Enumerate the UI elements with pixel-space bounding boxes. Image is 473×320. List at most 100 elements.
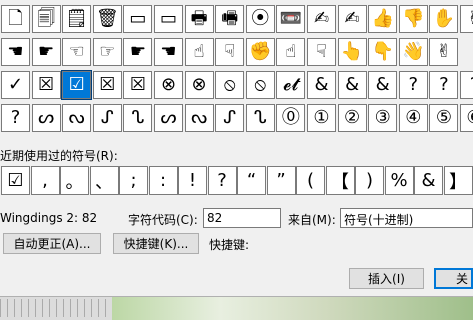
symbol-cell[interactable]: ᔑ xyxy=(215,104,245,132)
recent-symbol-cell[interactable]: ) xyxy=(355,166,384,195)
symbol-cell[interactable]: 👇 xyxy=(368,38,398,66)
symbol-cell[interactable]: ⦸ xyxy=(245,71,275,99)
recent-symbol-cell[interactable]: 】 xyxy=(443,166,473,195)
symbol-cell[interactable]: ⑥ xyxy=(460,104,473,132)
recent-symbol-cell[interactable]: ( xyxy=(296,166,325,195)
symbol-cell[interactable]: ☛ xyxy=(123,38,153,66)
symbol-cell[interactable]: ☝ xyxy=(276,38,306,66)
symbol-glyph: ☒ xyxy=(129,74,146,95)
symbol-cell[interactable]: ☝ xyxy=(184,38,214,66)
symbol-glyph: 𝓮𝓽 xyxy=(283,74,299,95)
symbol-cell[interactable]: ᔓ xyxy=(184,104,214,132)
symbol-cell[interactable]: ✌ xyxy=(460,5,473,33)
char-code-input[interactable]: 82 xyxy=(203,208,281,228)
symbol-cell[interactable]: 📼 xyxy=(276,5,306,33)
symbol-cell[interactable]: ☟ xyxy=(307,38,336,66)
symbol-cell[interactable]: ✋ xyxy=(429,5,459,33)
symbol-cell[interactable]: ᔐ xyxy=(245,104,275,132)
symbol-cell[interactable]: 👆 xyxy=(337,38,367,66)
symbol-cell[interactable]: ☛ xyxy=(31,38,61,66)
symbol-cell[interactable]: ? xyxy=(460,71,473,99)
recent-symbol-cell[interactable]: 。 xyxy=(60,166,89,195)
shortcut-key-button[interactable]: 快捷键(K)... xyxy=(113,233,199,254)
font-name-label: Wingdings 2: 82 xyxy=(0,211,98,225)
symbol-cell[interactable]: 👎 xyxy=(398,5,428,33)
symbol-cell[interactable]: ᔕ xyxy=(31,104,61,132)
symbol-cell[interactable]: ① xyxy=(307,104,336,132)
symbol-cell[interactable]: ☒ xyxy=(123,71,153,99)
symbol-cell[interactable]: ☑ xyxy=(61,70,93,100)
symbol-cell[interactable]: ᔑ xyxy=(92,104,122,132)
symbol-cell[interactable]: ⦸ xyxy=(215,71,245,99)
symbol-cell[interactable]: ⦿ xyxy=(245,5,275,33)
recent-symbol-cell[interactable]: ” xyxy=(266,166,296,195)
recent-symbol-cell[interactable]: 【 xyxy=(325,166,355,195)
symbol-cell[interactable]: ⓪ xyxy=(276,104,306,132)
symbol-cell[interactable]: ⑤ xyxy=(429,104,459,132)
recent-symbol-cell[interactable]: : xyxy=(148,166,178,195)
symbol-glyph: 👋 xyxy=(402,41,425,62)
symbol-cell[interactable]: ? xyxy=(1,104,30,132)
symbol-cell[interactable]: 🗋 xyxy=(1,5,30,33)
symbol-glyph: ✌ xyxy=(436,41,452,62)
symbol-cell[interactable]: ✌ xyxy=(429,38,459,66)
symbol-cell[interactable]: ⊗ xyxy=(184,71,214,99)
symbol-cell[interactable]: 🗐 xyxy=(31,5,61,33)
symbol-cell[interactable]: ☒ xyxy=(31,71,61,99)
symbol-cell[interactable]: ③ xyxy=(368,104,398,132)
symbol-cell[interactable]: ✍ xyxy=(337,5,367,33)
symbol-cell[interactable]: ☚ xyxy=(154,38,183,66)
symbol-glyph: & xyxy=(375,74,390,95)
symbol-cell[interactable]: ▭ xyxy=(154,5,183,33)
symbol-cell[interactable]: ☟ xyxy=(215,38,245,66)
from-select[interactable]: 符号(十进制) xyxy=(340,208,473,228)
symbol-glyph: 🗐 xyxy=(37,8,56,29)
symbol-cell[interactable]: 🗑 xyxy=(92,5,122,33)
recent-symbol-cell[interactable]: & xyxy=(414,166,443,195)
symbol-cell[interactable]: ☒ xyxy=(92,71,122,99)
symbol-cell[interactable]: ✊ xyxy=(245,38,275,66)
close-button[interactable]: 关 xyxy=(434,268,473,289)
symbol-glyph: 🗒 xyxy=(65,8,89,29)
recent-symbol-cell[interactable]: ☑ xyxy=(1,166,30,195)
symbol-cell[interactable]: & xyxy=(337,71,367,99)
symbol-cell[interactable]: & xyxy=(307,71,336,99)
symbol-glyph: ☛ xyxy=(38,41,55,62)
symbol-cell[interactable]: ⊗ xyxy=(154,71,183,99)
symbol-glyph: ☚ xyxy=(160,41,177,62)
symbol-cell[interactable]: ? xyxy=(429,71,459,99)
symbol-cell[interactable]: ☞ xyxy=(92,38,122,66)
symbol-cell[interactable]: 👋 xyxy=(398,38,428,66)
document-background-strip xyxy=(0,296,473,320)
symbol-cell[interactable]: ᔓ xyxy=(62,104,92,132)
recent-symbol-cell[interactable]: ; xyxy=(119,166,148,195)
recent-symbol-cell[interactable]: % xyxy=(384,166,414,195)
symbol-cell[interactable]: ▭ xyxy=(123,5,153,33)
symbol-cell[interactable]: 🖶 xyxy=(184,5,214,33)
recent-symbol-cell[interactable]: ? xyxy=(207,166,237,195)
symbol-cell[interactable]: 🗒 xyxy=(62,5,92,33)
symbol-cell[interactable]: & xyxy=(368,71,398,99)
symbol-cell[interactable]: 𝓮𝓽 xyxy=(276,71,306,99)
recent-symbol-cell[interactable]: 、 xyxy=(89,166,119,195)
symbol-cell[interactable]: ☚ xyxy=(1,38,30,66)
symbol-cell[interactable]: ✓ xyxy=(1,71,30,99)
symbol-cell[interactable]: ② xyxy=(337,104,367,132)
symbol-cell[interactable]: 👍 xyxy=(368,5,398,33)
recent-symbol-cell[interactable]: “ xyxy=(237,166,266,195)
symbol-cell[interactable]: ☜ xyxy=(62,38,92,66)
symbol-cell[interactable]: ᔕ xyxy=(154,104,183,132)
symbol-glyph: ⦸ xyxy=(254,74,267,95)
symbol-cell[interactable]: ④ xyxy=(398,104,428,132)
symbol-cell[interactable]: ✍ xyxy=(307,5,336,33)
autocorrect-button[interactable]: 自动更正(A)... xyxy=(3,233,101,254)
insert-button[interactable]: 插入(I) xyxy=(349,268,424,289)
symbol-cell[interactable]: ? xyxy=(398,71,428,99)
symbol-cell[interactable]: 🖷 xyxy=(215,5,245,33)
recent-symbol-cell[interactable]: , xyxy=(30,166,60,195)
symbol-cell[interactable]: ᔐ xyxy=(123,104,153,132)
symbol-glyph: ✊ xyxy=(249,41,272,62)
symbol-glyph: ▭ xyxy=(159,8,177,29)
symbol-glyph: ✋ xyxy=(432,8,456,29)
recent-symbol-cell[interactable]: ! xyxy=(178,166,207,195)
